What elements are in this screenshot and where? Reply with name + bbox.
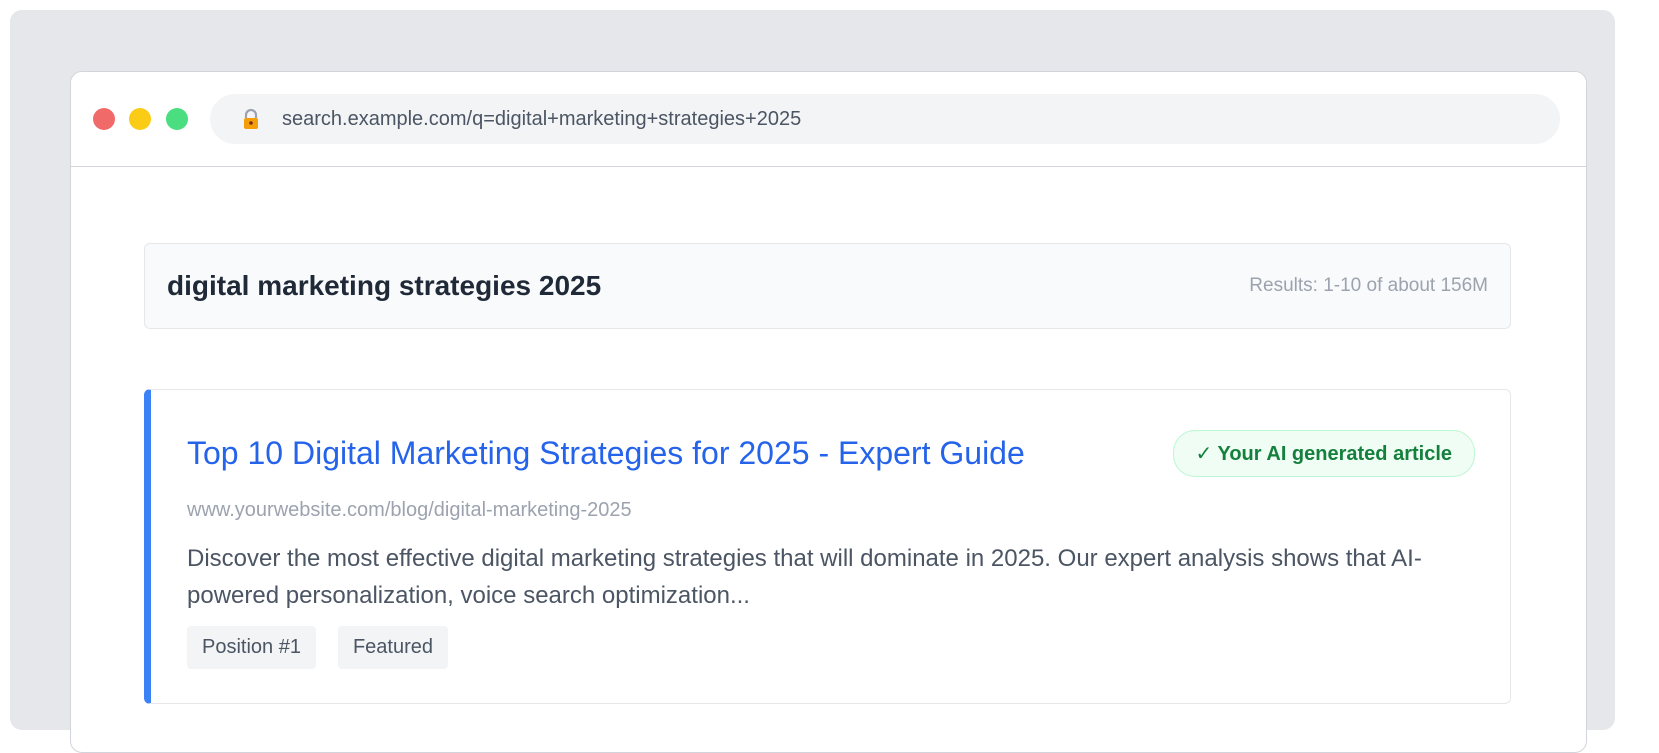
page-background: search.example.com/q=digital+marketing+s…: [10, 10, 1615, 753]
browser-toolbar: search.example.com/q=digital+marketing+s…: [71, 72, 1586, 167]
result-tags: Position #1 Featured: [187, 626, 1475, 669]
maximize-window-button[interactable]: [166, 108, 188, 130]
result-snippet: Discover the most effective digital mark…: [187, 545, 1422, 609]
address-bar[interactable]: search.example.com/q=digital+marketing+s…: [210, 94, 1560, 144]
tag-featured: Featured: [337, 626, 449, 669]
url-text: search.example.com/q=digital+marketing+s…: [282, 107, 802, 130]
result-title-link[interactable]: Top 10 Digital Marketing Strategies for …: [187, 435, 1025, 472]
minimize-window-button[interactable]: [129, 108, 151, 130]
results-count: Results: 1-10 of about 156M: [1249, 275, 1488, 296]
tag-position: Position #1: [187, 626, 316, 669]
close-window-button[interactable]: [93, 108, 115, 130]
result-url: www.yourwebsite.com/blog/digital-marketi…: [187, 499, 632, 521]
search-query-bar: digital marketing strategies 2025 Result…: [144, 243, 1511, 329]
result-title-row: Top 10 Digital Marketing Strategies for …: [187, 430, 1475, 477]
browser-window: search.example.com/q=digital+marketing+s…: [70, 71, 1587, 753]
search-query: digital marketing strategies 2025: [167, 270, 602, 301]
ai-generated-badge: ✓ Your AI generated article: [1172, 430, 1475, 477]
lock-icon: [240, 108, 262, 130]
search-results-page: digital marketing strategies 2025 Result…: [144, 243, 1511, 704]
search-result-card: Top 10 Digital Marketing Strategies for …: [144, 389, 1511, 704]
